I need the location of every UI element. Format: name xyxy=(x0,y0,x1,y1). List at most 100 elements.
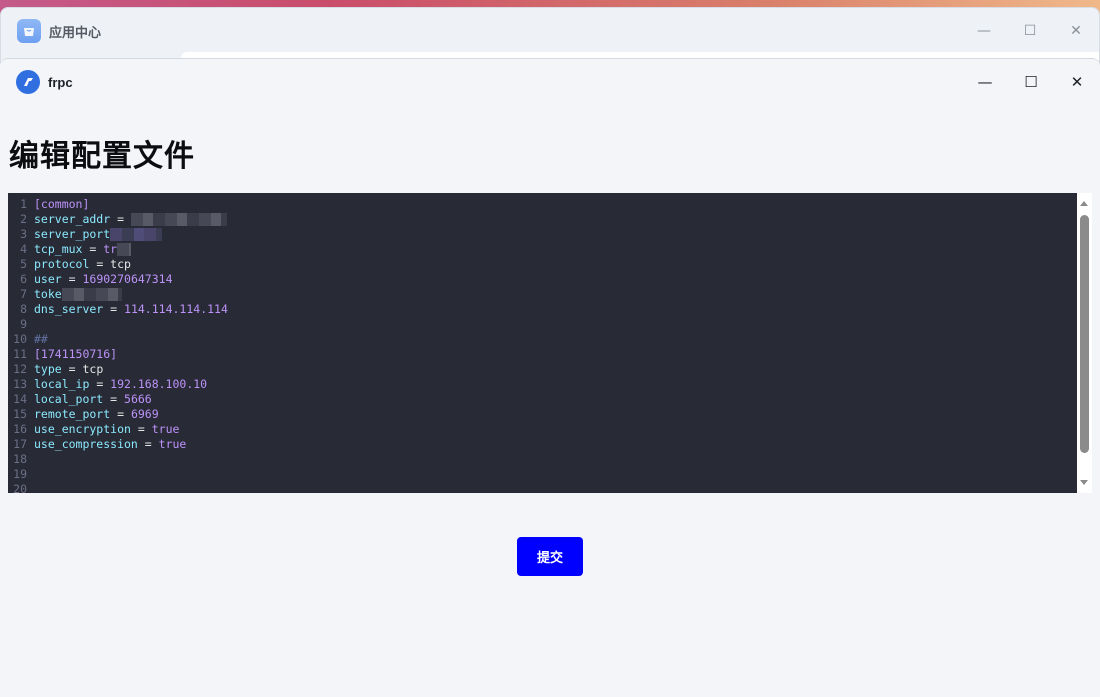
app-center-title: 应用中心 xyxy=(49,24,102,40)
line-number: 20 xyxy=(13,482,27,493)
code-text: remote_port = 6969 xyxy=(34,407,159,422)
code-token: user xyxy=(34,272,62,286)
line-number: 6 xyxy=(20,272,27,286)
line-number: 9 xyxy=(20,317,27,331)
code-token: remote_port xyxy=(34,407,111,421)
minimize-icon[interactable]: — xyxy=(961,8,1007,54)
code-line: 13 local_ip = 192.168.100.10 xyxy=(8,377,1077,392)
scroll-down-arrow-icon[interactable] xyxy=(1080,480,1088,485)
code-line: 8 dns_server = 114.114.114.114 xyxy=(8,302,1077,317)
redacted-value xyxy=(130,213,227,226)
code-token: local_port xyxy=(34,392,104,406)
code-token: server_port xyxy=(34,227,111,241)
code-token: 1690270647314 xyxy=(82,272,173,286)
close-icon[interactable]: ✕ xyxy=(1054,59,1100,105)
line-number: 19 xyxy=(13,467,27,481)
code-line: 18 xyxy=(8,452,1077,467)
line-number: 16 xyxy=(13,422,27,436)
scrollbar-thumb[interactable] xyxy=(1080,215,1089,453)
app-center-window-controls: — ☐ ✕ xyxy=(961,8,1099,54)
code-token: use_compression xyxy=(34,437,138,451)
line-number: 15 xyxy=(13,407,27,421)
code-text: ## xyxy=(34,332,48,347)
code-text: toke xyxy=(34,287,122,302)
code-token: type xyxy=(34,362,62,376)
line-number: 10 xyxy=(13,332,27,346)
maximize-icon[interactable]: ☐ xyxy=(1007,8,1053,54)
code-token: server_addr xyxy=(34,212,111,226)
code-text: protocol = tcp xyxy=(34,257,131,272)
code-token: = xyxy=(61,362,83,376)
close-icon[interactable]: ✕ xyxy=(1053,8,1099,54)
code-line: 9 xyxy=(8,317,1077,332)
code-token: = xyxy=(110,212,131,226)
code-token: 114.114.114.114 xyxy=(124,302,228,316)
code-line: 11 [1741150716] xyxy=(8,347,1077,362)
code-text: user = 1690270647314 xyxy=(34,272,173,287)
code-text: [common] xyxy=(34,197,89,212)
code-token: tcp xyxy=(82,362,104,376)
code-line: 2 server_addr = xyxy=(8,212,1077,227)
line-number: 3 xyxy=(20,227,27,241)
maximize-icon[interactable]: ☐ xyxy=(1008,59,1054,105)
code-token: tr xyxy=(103,242,118,256)
code-line: 1 [common] xyxy=(8,197,1077,212)
line-number: 1 xyxy=(20,197,27,211)
code-token: = xyxy=(61,272,83,286)
line-number: 13 xyxy=(13,377,27,391)
code-token: = xyxy=(103,302,125,316)
line-number: 2 xyxy=(20,212,27,226)
code-token: local_ip xyxy=(34,377,90,391)
code-token: use_encryption xyxy=(34,422,131,436)
redacted-value xyxy=(110,228,163,241)
code-text: use_compression = true xyxy=(34,437,186,452)
redacted-value xyxy=(61,288,122,301)
code-text: type = tcp xyxy=(34,362,103,377)
code-token: 6969 xyxy=(130,407,159,421)
code-text: [1741150716] xyxy=(34,347,117,362)
line-number: 8 xyxy=(20,302,27,316)
code-token: [1741150716] xyxy=(34,347,118,361)
code-token: = xyxy=(137,437,159,451)
config-code-editor[interactable]: 1 [common] 2 server_addr = 3 server_port 4 tcp… xyxy=(8,193,1077,493)
redacted-value xyxy=(117,243,132,256)
code-token: true xyxy=(151,422,180,436)
code-text: server_addr = xyxy=(34,212,227,227)
code-text: use_encryption = true xyxy=(34,422,179,437)
code-text: dns_server = 114.114.114.114 xyxy=(34,302,228,317)
code-token: ## xyxy=(34,332,48,346)
code-token: = xyxy=(130,422,152,436)
code-line: 6 user = 1690270647314 xyxy=(8,272,1077,287)
code-line: 15 remote_port = 6969 xyxy=(8,407,1077,422)
line-number: 11 xyxy=(13,347,27,361)
code-line: 20 xyxy=(8,482,1077,493)
code-text: local_port = 5666 xyxy=(34,392,152,407)
line-number: 7 xyxy=(20,287,27,301)
editor-scrollbar[interactable] xyxy=(1077,193,1092,493)
code-token: dns_server xyxy=(34,302,104,316)
line-number: 17 xyxy=(13,437,27,451)
code-line: 14 local_port = 5666 xyxy=(8,392,1077,407)
code-line: 17 use_compression = true xyxy=(8,437,1077,452)
line-number: 12 xyxy=(13,362,27,376)
line-number: 4 xyxy=(20,242,27,256)
code-text: tcp_mux = tr xyxy=(34,242,132,257)
frpc-title: frpc xyxy=(48,74,73,90)
code-token: tcp_mux xyxy=(34,242,83,256)
code-token: = xyxy=(103,392,125,406)
code-text: local_ip = 192.168.100.10 xyxy=(34,377,207,392)
code-line: 19 xyxy=(8,467,1077,482)
minimize-icon[interactable]: — xyxy=(962,59,1008,105)
code-token: toke xyxy=(34,287,62,301)
submit-button[interactable]: 提交 xyxy=(517,537,583,576)
code-token: [common] xyxy=(34,197,90,211)
app-center-bag-icon xyxy=(17,19,41,43)
scroll-up-arrow-icon[interactable] xyxy=(1080,201,1088,206)
code-line: 3 server_port xyxy=(8,227,1077,242)
code-token: 5666 xyxy=(124,392,152,406)
line-number: 18 xyxy=(13,452,27,466)
code-token: 192.168.100.10 xyxy=(110,377,208,391)
line-number: 5 xyxy=(20,257,27,271)
code-token: = xyxy=(89,257,111,271)
app-center-titlebar: 应用中心 xyxy=(1,8,1099,54)
